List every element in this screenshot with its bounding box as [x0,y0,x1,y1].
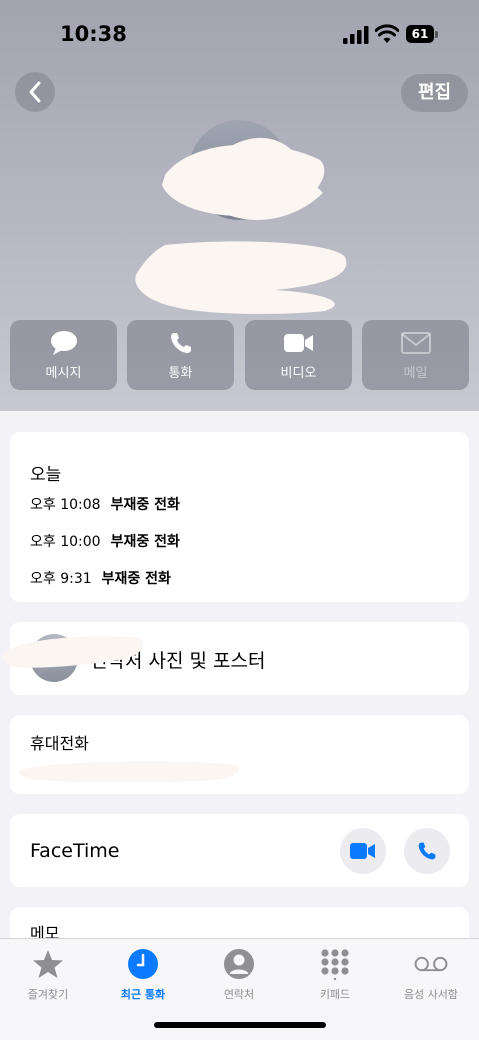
photo-poster-row[interactable]: 연락처 사진 및 포스터 [3,622,469,695]
facetime-audio-button[interactable] [404,828,450,874]
call-time: 오후 9:31 [30,571,92,587]
call-type: 부재중 전화 [101,571,171,587]
envelope-icon [400,330,431,356]
wifi-icon [375,24,399,43]
battery-tip [435,31,438,38]
chevron-left-icon [29,81,41,103]
person-icon [222,947,256,981]
battery-indicator: 61 [406,25,434,43]
call-time: 오후 10:08 [30,497,101,513]
cellular-signal-icon [343,26,369,44]
keypad-icon [318,947,352,981]
mobile-number-card[interactable]: 휴대전화 [10,715,469,794]
call-row: 오후 9:31 부재중 전화 [30,568,171,588]
clock-icon [126,947,160,981]
home-indicator [154,1022,326,1028]
facetime-card: FaceTime [10,814,469,887]
recent-calls-card: 오늘 오후 10:08 부재중 전화 오후 10:00 부재중 전화 오후 9:31… [10,432,469,602]
redaction-scribble-number [18,761,240,783]
tab-label: 즐겨찾기 [27,988,69,1001]
facetime-label: FaceTime [30,840,120,862]
tab-label: 최근 통화 [120,988,166,1001]
recents-date-heading: 오늘 [30,465,62,485]
call-type: 부재중 전화 [110,534,180,550]
mail-label: 메일 [403,365,428,381]
message-button[interactable]: 메시지 [10,320,117,390]
video-button[interactable]: 비디오 [245,320,352,390]
facetime-video-button[interactable] [340,828,386,874]
quick-actions: 메시지 통화 비디오 메일 [10,320,469,390]
redaction-scribble-name [135,241,347,314]
star-icon [31,947,65,981]
call-label: 통화 [168,365,193,381]
contact-header: 10:38 61 편집 메시지 통화 비디오 메일 [0,0,479,411]
phone-icon [166,330,196,356]
status-time: 10:38 [60,22,127,46]
tab-label: 연락처 [223,988,255,1001]
edit-button[interactable]: 편집 [401,74,468,112]
voicemail-icon [414,947,448,981]
tab-voicemail[interactable]: 음성 사서함 [383,947,479,1007]
call-row: 오후 10:00 부재중 전화 [30,531,180,551]
tab-recents[interactable]: 최근 통화 [95,947,191,1007]
call-row: 오후 10:08 부재중 전화 [30,494,180,514]
call-button[interactable]: 통화 [127,320,234,390]
call-time: 오후 10:00 [30,534,101,550]
tab-label: 음성 사서함 [403,988,459,1001]
tab-keypad[interactable]: 키패드 [287,947,383,1007]
phone-icon [418,842,436,860]
mobile-label: 휴대전화 [30,734,89,753]
status-bar: 10:38 61 [0,0,479,60]
back-button[interactable] [15,72,55,112]
call-type: 부재중 전화 [110,497,180,513]
tab-label: 키패드 [319,988,351,1001]
mail-button[interactable]: 메일 [362,320,469,390]
message-label: 메시지 [45,365,82,381]
tab-favorites[interactable]: 즐겨찾기 [0,947,96,1007]
video-camera-icon [350,843,375,859]
video-camera-icon [283,330,314,356]
redaction-scribble-poster [3,636,144,668]
message-bubble-icon [49,330,79,356]
redaction-scribble-photo [162,138,325,220]
video-label: 비디오 [280,365,317,381]
tab-contacts[interactable]: 연락처 [191,947,287,1007]
